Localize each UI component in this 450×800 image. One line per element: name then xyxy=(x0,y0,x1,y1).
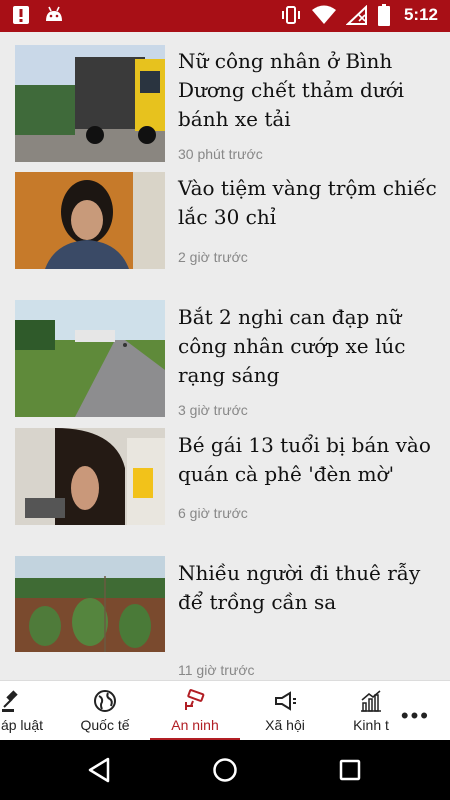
article-time: 6 giờ trước xyxy=(178,505,248,521)
tab-label: Xã hội xyxy=(265,717,305,733)
article-headline[interactable]: Bé gái 13 tuổi bị bán vào quán cà phê 'đ… xyxy=(178,431,440,489)
article-headline[interactable]: Nhiều người đi thuê rẫy để trồng cần sa xyxy=(178,559,440,617)
woman-photo[interactable] xyxy=(15,172,165,269)
tab-label: Kinh t xyxy=(353,717,389,733)
plants-photo[interactable] xyxy=(15,556,165,652)
gavel-icon xyxy=(0,689,24,718)
tab-xa-hoi[interactable]: Xã hội xyxy=(244,681,326,741)
news-feed[interactable]: Nữ công nhân ở Bình Dương chết thảm dưới… xyxy=(0,32,450,680)
tab-kinh-te[interactable]: Kinh t xyxy=(330,681,412,741)
status-time: 5:12 xyxy=(403,5,438,24)
globe-icon xyxy=(93,689,117,718)
signal-off-icon xyxy=(345,5,368,25)
more-tabs-button[interactable]: ••• xyxy=(401,703,430,729)
article-headline[interactable]: Bắt 2 nghi can đạp nữ công nhân cướp xe … xyxy=(178,303,440,390)
girl-photo[interactable] xyxy=(15,428,165,525)
megaphone-icon xyxy=(273,689,297,718)
article-time: 11 giờ trước xyxy=(178,662,255,678)
android-icon xyxy=(44,5,64,25)
article-time: 3 giờ trước xyxy=(178,402,248,418)
tab-label: áp luật xyxy=(0,717,44,733)
truck-photo[interactable] xyxy=(15,45,165,162)
article-headline[interactable]: Nữ công nhân ở Bình Dương chết thảm dưới… xyxy=(178,47,440,134)
article-time: 30 phút trước xyxy=(178,146,263,162)
tab-label: An ninh xyxy=(171,717,219,733)
tab-an-ninh[interactable]: An ninh xyxy=(150,681,240,741)
tab-phap-luat[interactable]: áp luật xyxy=(0,681,62,741)
status-bar: 5:12 xyxy=(0,0,450,32)
recents-icon[interactable] xyxy=(336,755,364,790)
road-photo[interactable] xyxy=(15,300,165,417)
tab-quoc-te[interactable]: Quốc tế xyxy=(64,681,146,741)
cctv-icon xyxy=(183,689,207,718)
system-nav-bar xyxy=(0,740,450,800)
tab-label: Quốc tế xyxy=(80,717,130,733)
back-icon[interactable] xyxy=(86,755,114,790)
chart-icon xyxy=(359,689,383,718)
alert-icon xyxy=(12,5,30,25)
wifi-icon xyxy=(311,5,336,25)
home-icon[interactable] xyxy=(211,755,239,790)
battery-icon xyxy=(377,4,390,26)
vibrate-icon xyxy=(280,4,302,26)
category-tab-bar: áp luật Quốc tế An ninh Xã hội Kinh t ••… xyxy=(0,680,450,741)
article-headline[interactable]: Vào tiệm vàng trộm chiếc lắc 30 chỉ xyxy=(178,174,440,232)
article-time: 2 giờ trước xyxy=(178,249,248,265)
